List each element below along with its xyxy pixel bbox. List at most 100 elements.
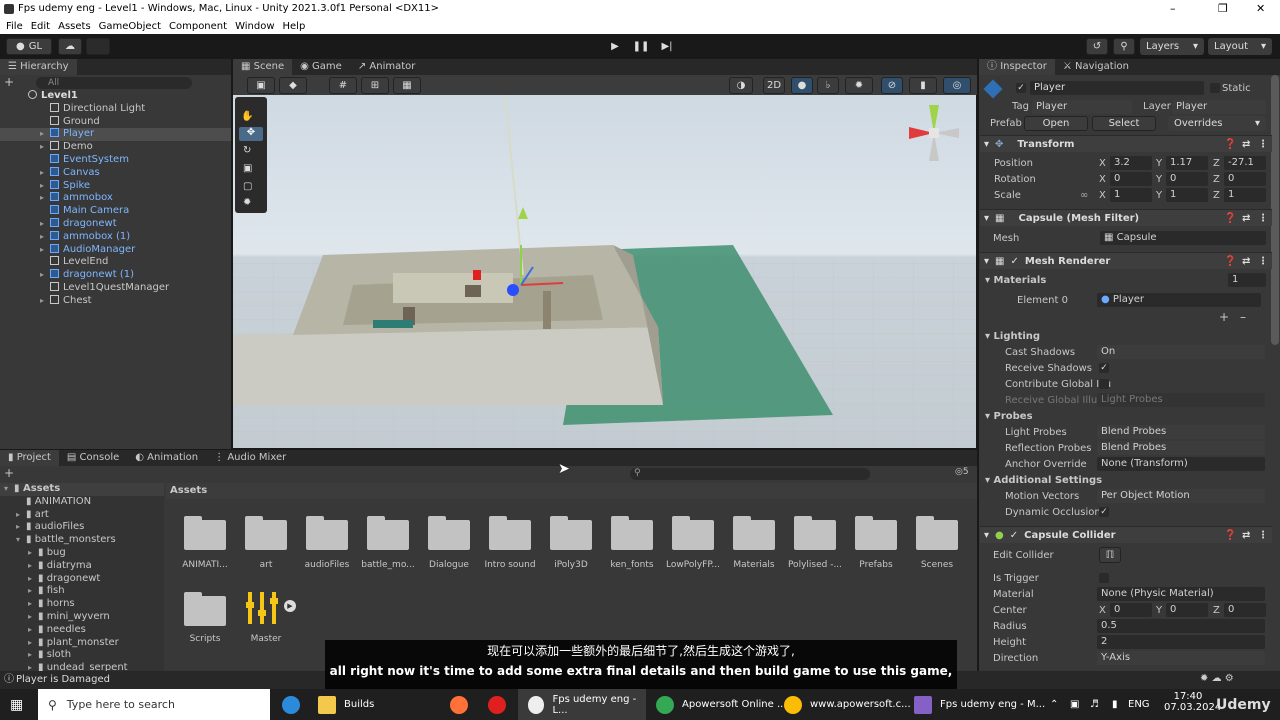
firefox-icon[interactable] <box>450 689 476 720</box>
progress-icon[interactable]: ✹ <box>1200 673 1208 684</box>
height-field[interactable]: 2 <box>1097 635 1265 649</box>
menu-component[interactable]: Component <box>169 21 227 32</box>
tag-dropdown[interactable]: Player <box>1032 100 1132 114</box>
gizmos-button[interactable]: ◎ <box>943 77 971 94</box>
position-y-field[interactable]: 1.17 <box>1166 156 1208 170</box>
lighting-toggle[interactable]: ● <box>791 77 813 94</box>
folder-icon[interactable] <box>916 516 958 550</box>
rotation-x-field[interactable]: 0 <box>1110 172 1152 186</box>
account-button[interactable]: ● GL <box>6 38 52 55</box>
tab-inspector[interactable]: ⓘ Inspector <box>979 59 1055 75</box>
receive-shadows-checkbox[interactable]: ✓ <box>1099 363 1109 373</box>
tree-item[interactable]: ▸ ▮ fish <box>0 585 164 598</box>
is-trigger-checkbox[interactable] <box>1099 573 1109 583</box>
prefab-select-button[interactable]: Select <box>1092 116 1156 131</box>
contribute-gi-checkbox[interactable] <box>1099 379 1109 389</box>
taskbar-search-input[interactable]: ⚲ Type here to search <box>38 689 270 720</box>
cloud-sync-icon[interactable]: ☁ <box>1212 673 1222 684</box>
list-item[interactable]: ▸ Player <box>0 128 231 142</box>
materials-count-field[interactable]: 1 <box>1228 273 1266 287</box>
scene-viewport[interactable]: ✋ ✥ ↻ ▣ ▢ ✹ <box>233 95 976 448</box>
list-item[interactable]: Ground <box>0 115 231 129</box>
battery-icon[interactable]: ▮ <box>1112 689 1118 720</box>
rect-tool-icon[interactable]: ▢ <box>243 181 252 192</box>
taskbar-item-browser[interactable]: www.apowersoft.c... <box>784 689 911 720</box>
more-icon[interactable]: ⋮ <box>1258 136 1268 153</box>
tree-item[interactable]: ▸ ▮ mini_wyvern <box>0 611 164 624</box>
menu-help[interactable]: Help <box>283 21 306 32</box>
position-x-field[interactable]: 3.2 <box>1110 156 1152 170</box>
edge-icon[interactable] <box>282 689 308 720</box>
tab-game[interactable]: ◉ Game <box>292 59 350 75</box>
tree-item[interactable]: ▸ ▮ dragonewt <box>0 573 164 586</box>
list-item[interactable]: Level1QuestManager <box>0 281 231 295</box>
menu-window[interactable]: Window <box>235 21 274 32</box>
search-button[interactable]: ⚲ <box>1113 38 1135 55</box>
menu-assets[interactable]: Assets <box>58 21 91 32</box>
menu-file[interactable]: File <box>6 21 23 32</box>
settings-icon[interactable]: ⇄ <box>1242 210 1250 227</box>
list-item[interactable]: ▸ Chest <box>0 294 231 308</box>
create-icon[interactable]: + <box>4 466 14 480</box>
list-item[interactable]: ▸ dragonewt <box>0 217 231 231</box>
scene-root[interactable]: Level1 <box>0 90 231 103</box>
list-item[interactable]: ▸ ammobox <box>0 192 231 205</box>
center-y-field[interactable]: 0 <box>1166 603 1208 617</box>
layers-dropdown[interactable]: Layers ▾ <box>1140 38 1204 55</box>
menu-gameobject[interactable]: GameObject <box>99 21 161 32</box>
audio-mixer-asset-icon[interactable]: ▶ <box>246 588 298 628</box>
play-button[interactable]: ▶ <box>604 38 626 55</box>
overrides-dropdown[interactable]: Overrides ▾ <box>1168 116 1266 131</box>
rotate-tool-icon[interactable]: ↻ <box>243 145 251 156</box>
center-x-field[interactable]: 0 <box>1110 603 1152 617</box>
windows-start-icon[interactable]: ▦ <box>10 689 23 720</box>
link-icon[interactable]: ∞ <box>1080 188 1088 203</box>
folder-icon[interactable] <box>672 516 714 550</box>
motion-vectors-dropdown[interactable]: Per Object Motion <box>1097 489 1265 503</box>
tray-chevron-icon[interactable]: ⌃ <box>1050 689 1058 720</box>
tab-navigation[interactable]: ⚔ Navigation <box>1055 59 1137 75</box>
transform-tool-icon[interactable]: ✹ <box>243 197 251 208</box>
shading-button[interactable]: ◆ <box>279 77 307 94</box>
2d-toggle[interactable]: 2D <box>763 77 785 94</box>
more-icon[interactable]: ⋮ <box>1258 210 1268 227</box>
mesh-field[interactable]: ▦ Capsule <box>1100 231 1266 245</box>
active-checkbox[interactable]: ✓ <box>1016 83 1026 93</box>
enabled-check-icon[interactable]: ✓ <box>1010 256 1018 267</box>
folder-icon[interactable] <box>733 516 775 550</box>
folder-icon[interactable] <box>611 516 653 550</box>
folder-icon[interactable] <box>855 516 897 550</box>
prefab-open-button[interactable]: Open <box>1024 116 1088 131</box>
status-message[interactable]: Player is Damaged <box>16 671 110 689</box>
mesh-renderer-header[interactable]: ▾ ▦ ✓ Mesh Renderer ❓ ⇄ ⋮ <box>980 252 1272 269</box>
help-icon[interactable]: ❓ <box>1224 136 1236 153</box>
list-item[interactable]: ▸ dragonewt (1) <box>0 269 231 282</box>
draw-mode-button[interactable]: ▣ <box>247 77 275 94</box>
menu-edit[interactable]: Edit <box>31 21 50 32</box>
mesh-filter-header[interactable]: ▾ ▦ Capsule (Mesh Filter) ❓ ⇄ ⋮ <box>980 209 1272 226</box>
pause-button[interactable]: ❚❚ <box>630 38 652 55</box>
cloud-button[interactable]: ☁ <box>58 38 82 55</box>
light-probes-dropdown[interactable]: Blend Probes <box>1097 425 1265 439</box>
layer-dropdown[interactable]: Player <box>1172 100 1266 114</box>
add-icon[interactable]: + <box>4 75 14 89</box>
taskbar-item-unity[interactable]: Fps udemy eng - L... <box>518 689 646 720</box>
help-icon[interactable]: ❓ <box>1224 253 1236 270</box>
tab-animator[interactable]: ↗ Animator <box>350 59 424 75</box>
tree-item[interactable]: ▸ ▮ audioFiles <box>0 521 164 534</box>
center-z-field[interactable]: 0 <box>1224 603 1266 617</box>
direction-dropdown[interactable]: Y-Axis <box>1097 651 1265 665</box>
collab-button[interactable] <box>86 38 110 55</box>
add-element-icon[interactable]: + <box>1219 310 1229 325</box>
anchor-override-field[interactable]: None (Transform) <box>1097 457 1265 471</box>
tab-scene[interactable]: ▦ Scene <box>233 59 293 75</box>
auto-generate-icon[interactable]: ⚙ <box>1225 673 1234 684</box>
physic-material-field[interactable]: None (Physic Material) <box>1097 587 1265 601</box>
list-item[interactable]: Directional Light <box>0 102 231 116</box>
scale-x-field[interactable]: 1 <box>1110 188 1152 202</box>
transform-header[interactable]: ▾ ✥ Transform ❓ ⇄ ⋮ <box>980 135 1272 152</box>
tab-animation[interactable]: ◐ Animation <box>127 450 206 466</box>
tree-item[interactable]: ▸ ▮ bug <box>0 547 164 560</box>
inspector-scrollbar[interactable] <box>1271 75 1279 345</box>
list-item[interactable]: ▸ Spike <box>0 179 231 193</box>
